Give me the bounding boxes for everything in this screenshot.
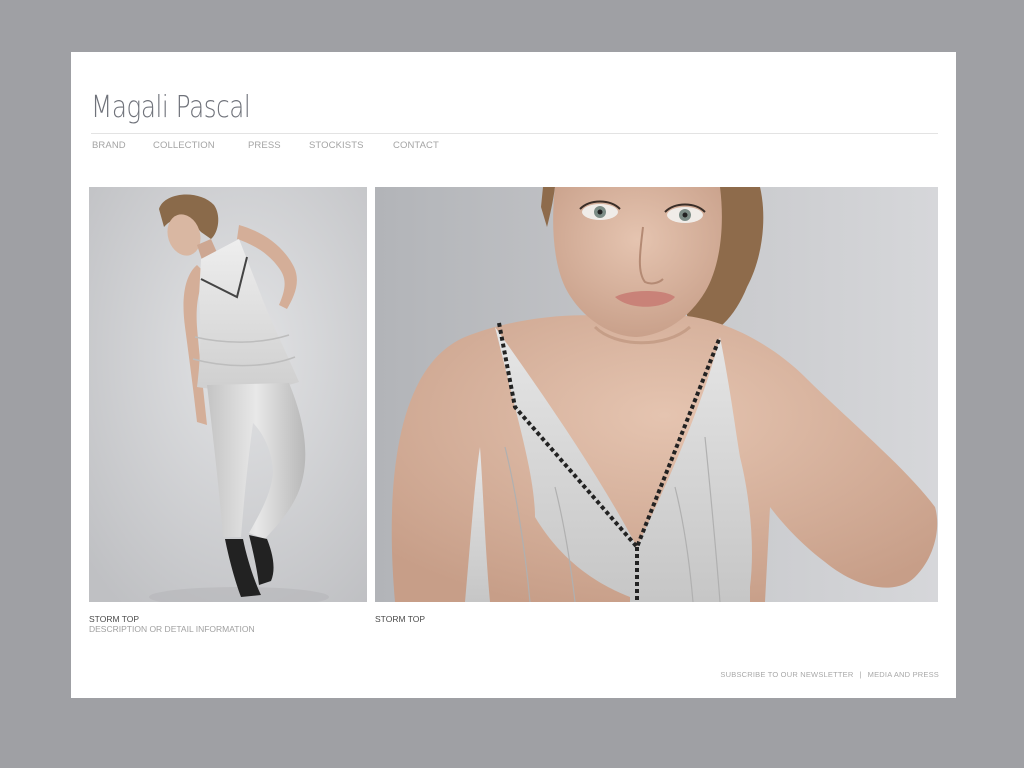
footer-links: SUBSCRIBE TO OUR NEWSLETTER | MEDIA AND PR… [720, 670, 939, 679]
nav-item-stockists[interactable]: STOCKISTS [309, 140, 364, 151]
brand-logo[interactable]: Magali Pascal [91, 90, 251, 125]
caption-title-2: STORM TOP [375, 614, 426, 624]
nav-item-collection[interactable]: COLLECTION [153, 140, 215, 151]
footer-separator: | [859, 670, 862, 679]
nav-item-brand[interactable]: BRAND [92, 140, 126, 151]
newsletter-link[interactable]: SUBSCRIBE TO OUR NEWSLETTER [720, 670, 853, 679]
product-photo-closeup[interactable] [375, 187, 938, 602]
full-length-model-image [89, 187, 367, 602]
header-divider [91, 133, 938, 134]
content-panel: Magali Pascal BRAND COLLECTION PRESS STO… [71, 52, 956, 698]
product-photo-full-length[interactable] [89, 187, 367, 602]
caption-title-1: STORM TOP [89, 614, 140, 624]
caption-description-1: DESCRIPTION OR DETAIL INFORMATION [89, 624, 255, 634]
nav-item-contact[interactable]: CONTACT [393, 140, 439, 151]
closeup-model-image [375, 187, 938, 602]
nav-item-press[interactable]: PRESS [248, 140, 281, 151]
media-press-link[interactable]: MEDIA AND PRESS [868, 670, 939, 679]
